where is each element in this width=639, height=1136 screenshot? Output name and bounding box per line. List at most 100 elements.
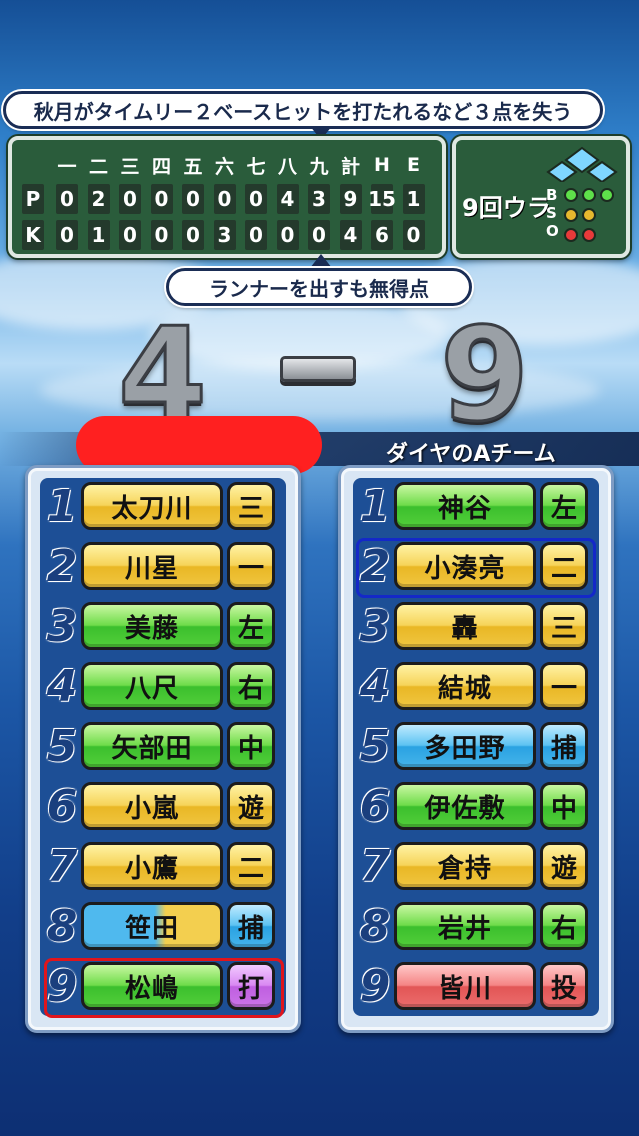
play-summary-text: 秋月がタイムリー２ベースヒットを打たれるなど３点を失う: [33, 99, 573, 124]
player-name-button[interactable]: 八尺: [81, 662, 223, 710]
scoreboard-cell: 0: [213, 184, 236, 214]
scoreboard-cell: 15: [368, 184, 396, 214]
scoreboard-team-cell: P: [22, 184, 44, 214]
scoreboard-header-cell: 七: [246, 155, 266, 178]
right-team-name: ダイヤのAチーム: [386, 442, 556, 467]
position-button[interactable]: 二: [227, 842, 275, 890]
scoreboard-cell: 0: [56, 220, 78, 250]
batting-order-number: 5: [46, 720, 78, 772]
player-name-button[interactable]: 伊佐敷: [394, 782, 536, 830]
lineup-row[interactable]: 7 小鷹二: [43, 838, 287, 894]
position-button[interactable]: 三: [227, 482, 275, 530]
batting-order-number: 3: [359, 600, 391, 652]
player-name-button[interactable]: 神谷: [394, 482, 536, 530]
position-button[interactable]: 遊: [540, 842, 588, 890]
scoreboard-header-cell: 三: [120, 155, 140, 178]
batting-order-number: 1: [359, 480, 391, 532]
batting-order-number: 7: [46, 840, 78, 892]
batting-order-number: 8: [46, 900, 78, 952]
player-name-button[interactable]: 皆川: [394, 962, 536, 1010]
lineup-row[interactable]: 6 伊佐敷中: [356, 778, 600, 834]
batting-order-number: 2: [46, 540, 78, 592]
scoreboard-cell: 0: [182, 220, 204, 250]
player-name-button[interactable]: 小湊亮: [394, 542, 536, 590]
player-name-button[interactable]: 太刀川: [81, 482, 223, 530]
result-text: ランナーを出すも無得点: [209, 276, 429, 301]
batting-order-number: 1: [46, 480, 78, 532]
lineup-row[interactable]: 9 松嶋打: [43, 958, 287, 1014]
position-button[interactable]: 右: [540, 902, 588, 950]
position-button[interactable]: 捕: [227, 902, 275, 950]
scoreboard-header-cell: H: [374, 154, 390, 176]
player-name-button[interactable]: 美藤: [81, 602, 223, 650]
scoreboard-header-cell: 六: [214, 155, 234, 178]
lineup-row[interactable]: 6 小嵐遊: [43, 778, 287, 834]
player-name-button[interactable]: 岩井: [394, 902, 536, 950]
ball-light: [582, 188, 596, 202]
scoreboard-cell: 4: [339, 220, 362, 250]
inning-label: 9回ウラ: [462, 194, 551, 222]
scoreboard-header-cell: 計: [340, 155, 360, 178]
batting-order-number: 2: [359, 540, 391, 592]
scoreboard-cell: 0: [150, 184, 173, 214]
lineup-row[interactable]: 5 矢部田中: [43, 718, 287, 774]
player-name-button[interactable]: 結城: [394, 662, 536, 710]
lineup-row[interactable]: 7 倉持遊: [356, 838, 600, 894]
position-button[interactable]: 右: [227, 662, 275, 710]
position-button[interactable]: 中: [227, 722, 275, 770]
scoreboard-cell: 4: [276, 184, 299, 214]
player-name-button[interactable]: 轟: [394, 602, 536, 650]
lineup-row[interactable]: 3轟三: [356, 598, 600, 654]
batting-order-number: 3: [46, 600, 78, 652]
position-button[interactable]: 三: [540, 602, 588, 650]
position-button[interactable]: 遊: [227, 782, 275, 830]
lineup-row[interactable]: 1 神谷左: [356, 478, 600, 534]
lineup-row[interactable]: 4 八尺右: [43, 658, 287, 714]
position-button[interactable]: 打: [227, 962, 275, 1010]
scoreboard-cell: 0: [308, 220, 330, 250]
score-dash: [280, 356, 356, 382]
strike-light: [582, 208, 596, 222]
player-name-button[interactable]: 松嶋: [81, 962, 223, 1010]
position-button[interactable]: 二: [540, 542, 588, 590]
player-name-button[interactable]: 多田野: [394, 722, 536, 770]
batting-order-number: 4: [46, 660, 78, 712]
scoreboard-cell: 3: [213, 220, 236, 250]
lineup-row[interactable]: 2 小湊亮二: [356, 538, 600, 594]
scoreboard-cell: 6: [371, 220, 393, 250]
position-button[interactable]: 捕: [540, 722, 588, 770]
batting-order-number: 7: [359, 840, 391, 892]
player-name-button[interactable]: 小嵐: [81, 782, 223, 830]
lineup-row[interactable]: 9 皆川投: [356, 958, 600, 1014]
scoreboard-cell: 0: [119, 220, 141, 250]
lineup-row[interactable]: 8 笹田捕: [43, 898, 287, 954]
position-button[interactable]: 投: [540, 962, 588, 1010]
batting-order-number: 5: [359, 720, 391, 772]
player-name-button[interactable]: 倉持: [394, 842, 536, 890]
lineup-row[interactable]: 4 結城一: [356, 658, 600, 714]
batting-order-number: 8: [359, 900, 391, 952]
player-name-button[interactable]: 矢部田: [81, 722, 223, 770]
batting-order-number: 9: [46, 960, 78, 1012]
lineup-row[interactable]: 5 多田野捕: [356, 718, 600, 774]
position-button[interactable]: 中: [540, 782, 588, 830]
player-name-button[interactable]: 川星: [81, 542, 223, 590]
position-button[interactable]: 一: [540, 662, 588, 710]
lineup-row[interactable]: 2 川星一: [43, 538, 287, 594]
lineup-row[interactable]: 1 太刀川三: [43, 478, 287, 534]
lineup-row[interactable]: 8 岩井右: [356, 898, 600, 954]
scoreboard-cell: 3: [308, 184, 330, 214]
position-button[interactable]: 左: [540, 482, 588, 530]
lineup-row[interactable]: 3 美藤左: [43, 598, 287, 654]
position-button[interactable]: 左: [227, 602, 275, 650]
scoreboard-cell: 0: [245, 184, 267, 214]
scoreboard-cell: 0: [402, 220, 425, 250]
strikes-label: S: [546, 204, 557, 222]
out-light: [582, 228, 596, 242]
scoreboard: 一二三四五六七八九計 H E P 0 2 0 0 0 0 0 4 3 9 15 1 K 0 1 0 0 0 3 0 0 0 4 6 0: [8, 136, 446, 258]
scoreboard-header-cell: 一: [57, 155, 77, 178]
player-name-button[interactable]: 笹田: [81, 902, 223, 950]
position-button[interactable]: 一: [227, 542, 275, 590]
player-name-button[interactable]: 小鷹: [81, 842, 223, 890]
scoreboard-header-cell: 五: [183, 155, 203, 178]
